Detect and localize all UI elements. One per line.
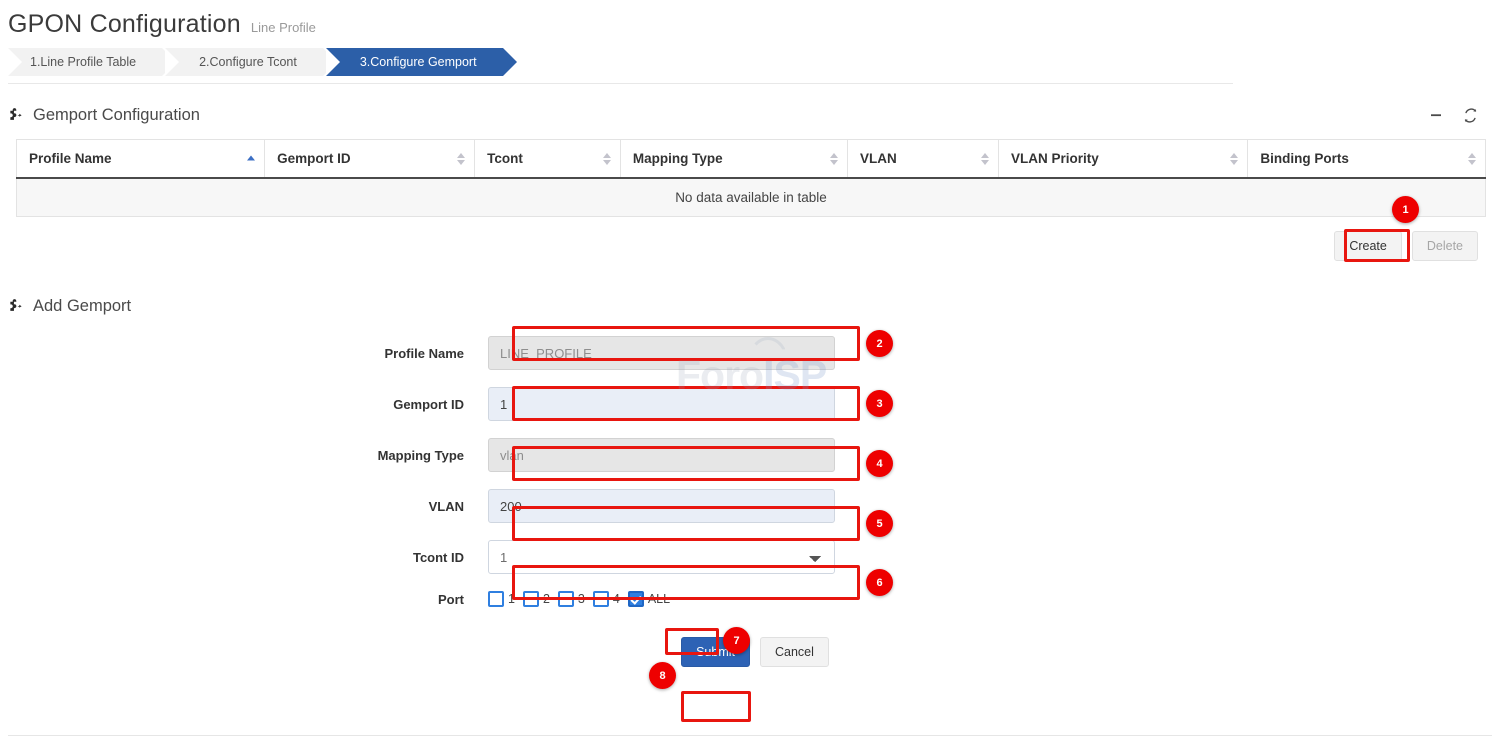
port-checkbox-2[interactable] [523, 591, 539, 607]
gemport-id-label: Gemport ID [0, 397, 488, 412]
port-checkbox-item-1[interactable]: 1 [488, 591, 515, 607]
port-checkbox-item-3[interactable]: 3 [558, 591, 585, 607]
column-label: Gemport ID [277, 151, 351, 166]
column-header-binding-ports[interactable]: Binding Ports [1248, 140, 1486, 179]
wizard-step-configure-tcont[interactable]: 2.Configure Tcont [165, 48, 323, 76]
column-header-mapping-type[interactable]: Mapping Type [620, 140, 847, 179]
annotation-badge-6: 6 [866, 569, 893, 596]
form-buttons: Submit Cancel [0, 637, 1500, 667]
puzzle-icon [8, 298, 25, 315]
port-checkbox-all[interactable] [628, 591, 644, 607]
mapping-type-input[interactable] [488, 438, 835, 472]
minimize-icon[interactable] [1429, 108, 1443, 122]
gemport-table: Profile Name Gemport ID Tcont Mapping Ty… [16, 139, 1486, 217]
gemport-panel-title: Gemport Configuration [33, 106, 200, 125]
tcont-id-select[interactable]: 1 [488, 540, 835, 574]
cancel-button[interactable]: Cancel [760, 637, 829, 667]
sort-asc-icon[interactable] [247, 155, 255, 162]
port-checkbox-3[interactable] [558, 591, 574, 607]
form-row-vlan: VLAN [0, 489, 1500, 523]
sort-icon[interactable] [981, 153, 989, 165]
port-checkbox-label-3: 3 [578, 592, 585, 606]
annotation-badge-5: 5 [866, 510, 893, 537]
port-checkbox-label-all: ALL [648, 592, 670, 606]
port-checkbox-label-1: 1 [508, 592, 515, 606]
page-title: GPON Configuration [8, 10, 241, 39]
port-checkbox-1[interactable] [488, 591, 504, 607]
sort-icon[interactable] [1468, 153, 1476, 165]
column-label: Mapping Type [633, 151, 723, 166]
form-row-mapping-type: Mapping Type [0, 438, 1500, 472]
gemport-configuration-header: Gemport Configuration [8, 103, 1500, 127]
sort-icon[interactable] [603, 153, 611, 165]
panel-tools [1429, 108, 1478, 123]
port-label: Port [0, 592, 488, 607]
column-header-vlan-priority[interactable]: VLAN Priority [998, 140, 1247, 179]
column-label: Binding Ports [1260, 151, 1349, 166]
annotation-badge-4: 4 [866, 450, 893, 477]
page-header: GPON Configuration Line Profile [0, 0, 1500, 39]
vlan-input[interactable] [488, 489, 835, 523]
annotation-box-8 [681, 691, 751, 722]
form-row-gemport-id: Gemport ID [0, 387, 1500, 421]
wizard-step-label: 2.Configure Tcont [199, 55, 297, 69]
gemport-id-input[interactable] [488, 387, 835, 421]
port-checkbox-group: 1 2 3 4 ALL [488, 591, 676, 607]
delete-button: Delete [1412, 231, 1478, 261]
annotation-badge-3: 3 [866, 390, 893, 417]
column-header-tcont[interactable]: Tcont [475, 140, 621, 179]
column-label: Tcont [487, 151, 523, 166]
port-checkbox-item-all[interactable]: ALL [628, 591, 670, 607]
gemport-table-wrapper: Profile Name Gemport ID Tcont Mapping Ty… [16, 139, 1486, 217]
wizard-step-line-profile-table[interactable]: 1.Line Profile Table [8, 48, 162, 76]
add-gemport-header: Add Gemport [8, 294, 1500, 318]
table-empty-row: No data available in table [17, 178, 1486, 217]
annotation-badge-8: 8 [649, 662, 676, 689]
table-action-buttons: Create Delete [0, 231, 1484, 261]
port-checkbox-item-4[interactable]: 4 [593, 591, 620, 607]
profile-name-label: Profile Name [0, 346, 488, 361]
table-header-row: Profile Name Gemport ID Tcont Mapping Ty… [17, 140, 1486, 179]
port-checkbox-4[interactable] [593, 591, 609, 607]
wizard-step-label: 1.Line Profile Table [30, 55, 136, 69]
add-gemport-form: Profile Name Gemport ID Mapping Type VLA… [0, 336, 1500, 667]
column-header-gemport-id[interactable]: Gemport ID [265, 140, 475, 179]
page-subtitle: Line Profile [251, 20, 316, 35]
wizard-step-configure-gemport[interactable]: 3.Configure Gemport [326, 48, 503, 76]
refresh-icon[interactable] [1463, 108, 1478, 123]
vlan-label: VLAN [0, 499, 488, 514]
column-label: Profile Name [29, 151, 112, 166]
add-gemport-title: Add Gemport [33, 297, 131, 316]
tcont-id-label: Tcont ID [0, 550, 488, 565]
annotation-badge-7: 7 [723, 627, 750, 654]
column-label: VLAN Priority [1011, 151, 1099, 166]
annotation-badge-2: 2 [866, 330, 893, 357]
mapping-type-label: Mapping Type [0, 448, 488, 463]
column-header-profile-name[interactable]: Profile Name [17, 140, 265, 179]
wizard-step-label: 3.Configure Gemport [360, 55, 477, 69]
annotation-badge-1: 1 [1392, 196, 1419, 223]
column-label: VLAN [860, 151, 897, 166]
sort-icon[interactable] [457, 153, 465, 165]
port-checkbox-label-2: 2 [543, 592, 550, 606]
wizard-steps: 1.Line Profile Table 2.Configure Tcont 3… [8, 48, 1233, 84]
form-row-port: Port 1 2 3 4 ALL [0, 591, 1500, 607]
port-checkbox-item-2[interactable]: 2 [523, 591, 550, 607]
port-checkbox-label-4: 4 [613, 592, 620, 606]
sort-icon[interactable] [1230, 153, 1238, 165]
table-empty-message: No data available in table [17, 178, 1486, 217]
create-button[interactable]: Create [1334, 231, 1402, 261]
column-header-vlan[interactable]: VLAN [847, 140, 998, 179]
footer-divider [8, 735, 1492, 736]
sort-icon[interactable] [830, 153, 838, 165]
form-row-tcont-id: Tcont ID 1 [0, 540, 1500, 574]
puzzle-icon [8, 107, 25, 124]
